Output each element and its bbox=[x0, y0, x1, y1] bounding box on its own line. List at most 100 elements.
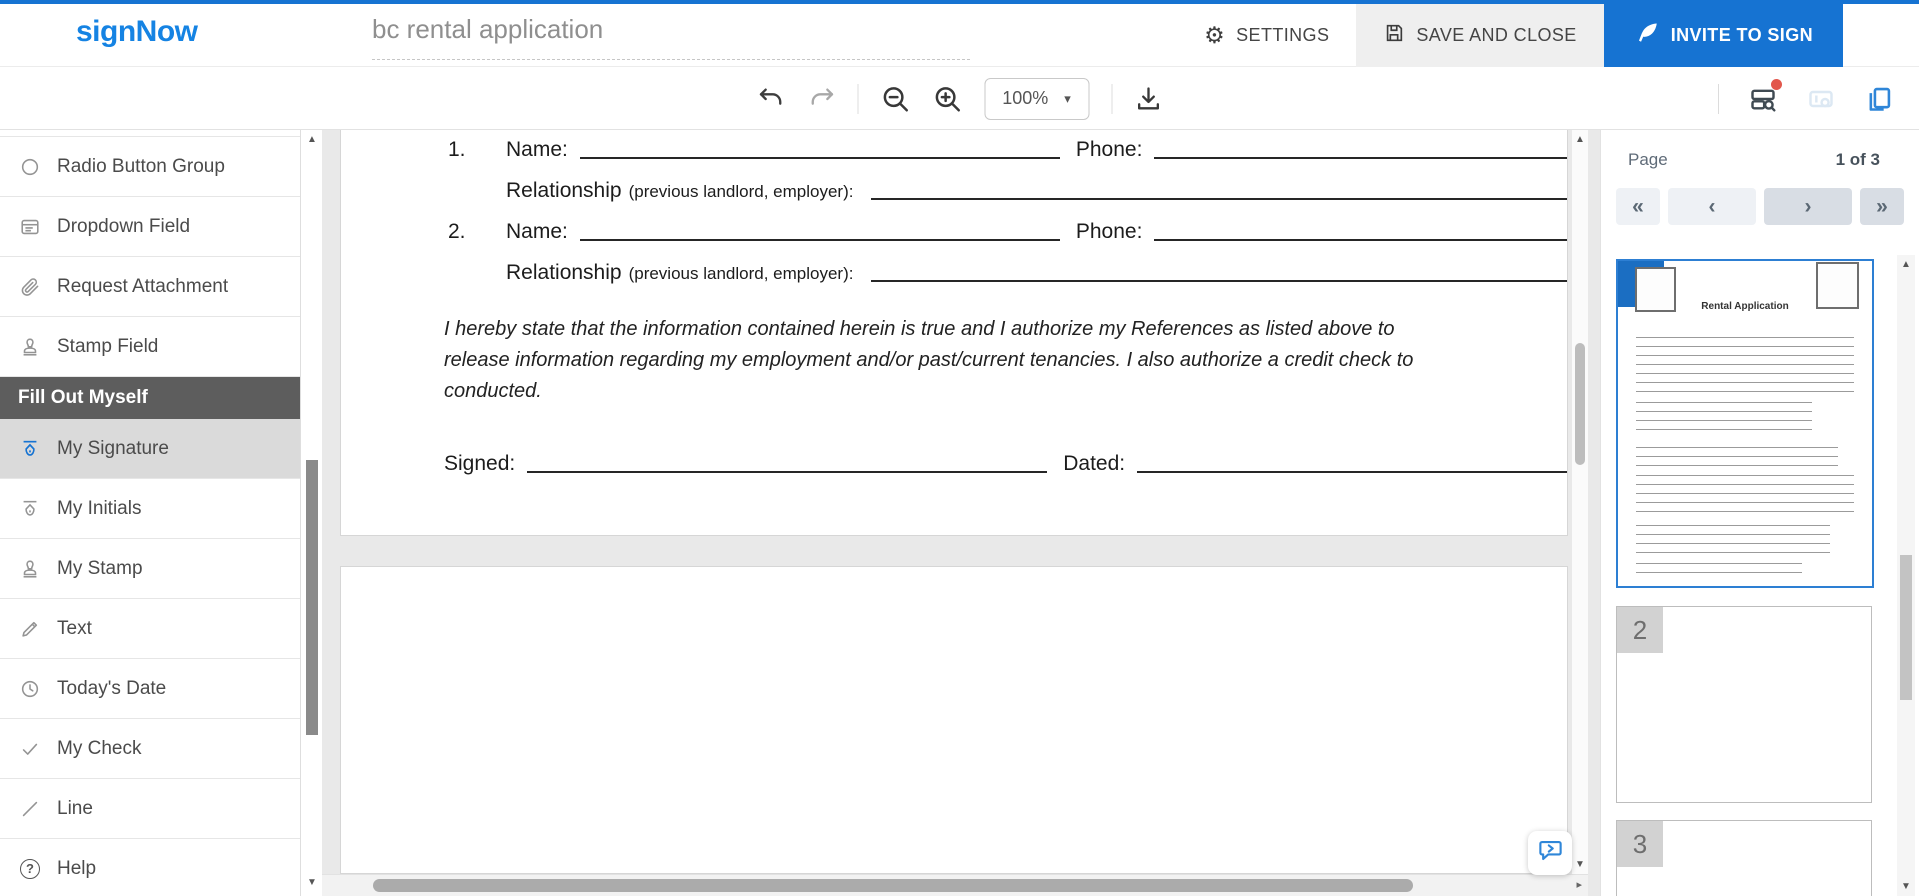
next-page-button[interactable]: › bbox=[1764, 188, 1852, 225]
stamp-icon bbox=[18, 335, 42, 359]
scroll-down-arrow[interactable]: ▼ bbox=[302, 877, 322, 888]
phone-blank-line bbox=[1154, 217, 1567, 241]
pages-panel: Page 1 of 3 « ‹ › » 1 Rental Application… bbox=[1600, 130, 1919, 896]
fields-sidebar: Radio Button Group Dropdown Field Reques… bbox=[0, 130, 301, 896]
sidebar-item-todays-date[interactable]: Today's Date bbox=[0, 659, 300, 719]
invite-to-sign-button[interactable]: INVITE TO SIGN bbox=[1604, 4, 1843, 67]
sidebar-item-label: Line bbox=[57, 798, 93, 820]
document-vertical-scrollbar[interactable]: ▲ ▼ bbox=[1572, 130, 1588, 874]
document-page-1[interactable]: 1. Name: Phone: Relationship (previous l… bbox=[340, 130, 1568, 536]
document-horizontal-scrollbar[interactable]: ▸ bbox=[322, 874, 1588, 896]
copy-pages-button[interactable] bbox=[1865, 85, 1893, 113]
initials-nib-icon bbox=[18, 497, 42, 521]
sidebar-item-request-attachment[interactable]: Request Attachment bbox=[0, 257, 300, 317]
invite-to-sign-label: INVITE TO SIGN bbox=[1671, 25, 1813, 46]
field-finder-button[interactable] bbox=[1749, 85, 1777, 113]
brand-accent-strip bbox=[0, 0, 1919, 4]
scroll-up-arrow[interactable]: ▲ bbox=[1572, 134, 1588, 145]
sidebar-item-radio-button-group[interactable]: Radio Button Group bbox=[0, 137, 300, 197]
page-indicator-row: Page 1 of 3 bbox=[1628, 150, 1880, 170]
clock-icon bbox=[18, 677, 42, 701]
signed-dated-row: Signed: Dated: bbox=[444, 446, 1567, 476]
save-icon bbox=[1383, 22, 1405, 49]
header-actions: ⚙ SETTINGS SAVE AND CLOSE INVITE TO SIGN bbox=[1177, 4, 1843, 67]
scroll-down-arrow[interactable]: ▼ bbox=[1897, 881, 1915, 892]
signnow-logo[interactable]: signNow bbox=[76, 15, 198, 49]
relationship-blank-line bbox=[871, 258, 1567, 282]
download-button[interactable] bbox=[1134, 85, 1162, 113]
toolbar-center-group: 100% ▾ bbox=[757, 67, 1162, 130]
relationship-2-row: Relationship (previous landlord, employe… bbox=[506, 255, 1567, 285]
signature-nib-icon bbox=[18, 437, 42, 461]
sidebar-item-label: My Initials bbox=[57, 498, 141, 520]
scroll-up-arrow[interactable]: ▲ bbox=[1897, 259, 1915, 270]
feedback-chat-button[interactable] bbox=[1528, 831, 1572, 875]
document-page-2[interactable] bbox=[340, 566, 1568, 874]
redo-button[interactable] bbox=[807, 85, 835, 113]
scroll-right-arrow[interactable]: ▸ bbox=[1576, 878, 1582, 891]
first-page-button[interactable]: « bbox=[1616, 188, 1660, 225]
scroll-down-arrow[interactable]: ▼ bbox=[1572, 859, 1588, 870]
save-and-close-button[interactable]: SAVE AND CLOSE bbox=[1356, 4, 1603, 67]
thumbnail-text-lines bbox=[1636, 402, 1812, 438]
toolbar-separator bbox=[1111, 84, 1112, 114]
document-title-input[interactable]: bc rental application bbox=[372, 14, 970, 45]
line-icon bbox=[18, 797, 42, 821]
relationship-label: Relationship bbox=[506, 179, 622, 203]
page-thumbnail-1[interactable]: 1 Rental Application bbox=[1616, 259, 1874, 588]
sidebar-item-line[interactable]: Line bbox=[0, 779, 300, 839]
sidebar-item-label: Help bbox=[57, 858, 96, 880]
scroll-up-arrow[interactable]: ▲ bbox=[302, 134, 322, 145]
undo-button[interactable] bbox=[757, 85, 785, 113]
save-and-close-label: SAVE AND CLOSE bbox=[1416, 25, 1576, 46]
thumbnails-scrollbar-thumb[interactable] bbox=[1900, 555, 1912, 700]
pencil-icon bbox=[18, 617, 42, 641]
signed-label: Signed: bbox=[444, 452, 515, 476]
sidebar-spacer bbox=[0, 130, 300, 137]
reference-2-row: 2. Name: Phone: bbox=[448, 214, 1567, 244]
last-page-button[interactable]: » bbox=[1860, 188, 1904, 225]
toolbar-right-group bbox=[1718, 67, 1919, 130]
sidebar-item-my-signature[interactable]: My Signature bbox=[0, 419, 300, 479]
page-thumbnail-3[interactable]: 3 bbox=[1616, 820, 1872, 896]
sidebar-item-stamp-field[interactable]: Stamp Field bbox=[0, 317, 300, 377]
thumbnail-text-lines bbox=[1636, 475, 1854, 517]
sidebar-item-my-initials[interactable]: My Initials bbox=[0, 479, 300, 539]
relationship-label: Relationship bbox=[506, 261, 622, 285]
sidebar-item-text[interactable]: Text bbox=[0, 599, 300, 659]
sidebar-scrollbar[interactable]: ▲ ▼ bbox=[302, 130, 322, 896]
name-blank-line bbox=[580, 217, 1060, 241]
zoom-level-select[interactable]: 100% ▾ bbox=[984, 78, 1089, 120]
radio-icon bbox=[18, 155, 42, 179]
sidebar-scrollbar-thumb[interactable] bbox=[306, 460, 318, 735]
relationship-1-row: Relationship (previous landlord, employe… bbox=[506, 173, 1567, 203]
relationship-note: (previous landlord, employer): bbox=[629, 264, 854, 284]
list-number: 2. bbox=[448, 220, 506, 244]
document-title-underline bbox=[372, 59, 970, 60]
help-icon: ? bbox=[18, 857, 42, 881]
previous-page-button[interactable]: ‹ bbox=[1668, 188, 1756, 225]
zoom-in-button[interactable] bbox=[932, 84, 962, 114]
dated-blank-line bbox=[1137, 449, 1567, 473]
document-hscrollbar-thumb[interactable] bbox=[373, 879, 1413, 892]
thumbnails-scrollbar[interactable]: ▲ ▼ bbox=[1897, 255, 1915, 896]
affidavit-line: I hereby state that the information cont… bbox=[444, 314, 1565, 345]
zoom-out-button[interactable] bbox=[880, 84, 910, 114]
thumbnail-title: Rental Application bbox=[1618, 301, 1872, 312]
document-scrollbar-thumb[interactable] bbox=[1575, 343, 1585, 465]
sidebar-item-label: My Stamp bbox=[57, 558, 143, 580]
thumbnail-text-lines bbox=[1636, 525, 1830, 555]
sidebar-item-dropdown-field[interactable]: Dropdown Field bbox=[0, 197, 300, 257]
field-settings-button[interactable] bbox=[1807, 85, 1835, 113]
list-number: 1. bbox=[448, 138, 506, 162]
header-bar: signNow bc rental application ⚙ SETTINGS… bbox=[0, 0, 1919, 67]
sidebar-item-my-stamp[interactable]: My Stamp bbox=[0, 539, 300, 599]
sidebar-item-my-check[interactable]: My Check bbox=[0, 719, 300, 779]
signed-blank-line bbox=[527, 449, 1047, 473]
settings-button[interactable]: ⚙ SETTINGS bbox=[1177, 4, 1356, 67]
phone-blank-line bbox=[1154, 135, 1567, 159]
document-canvas[interactable]: 1. Name: Phone: Relationship (previous l… bbox=[322, 130, 1600, 896]
page-thumbnail-2[interactable]: 2 bbox=[1616, 606, 1872, 803]
sidebar-item-label: Stamp Field bbox=[57, 336, 158, 358]
sidebar-item-help[interactable]: ? Help bbox=[0, 839, 300, 896]
